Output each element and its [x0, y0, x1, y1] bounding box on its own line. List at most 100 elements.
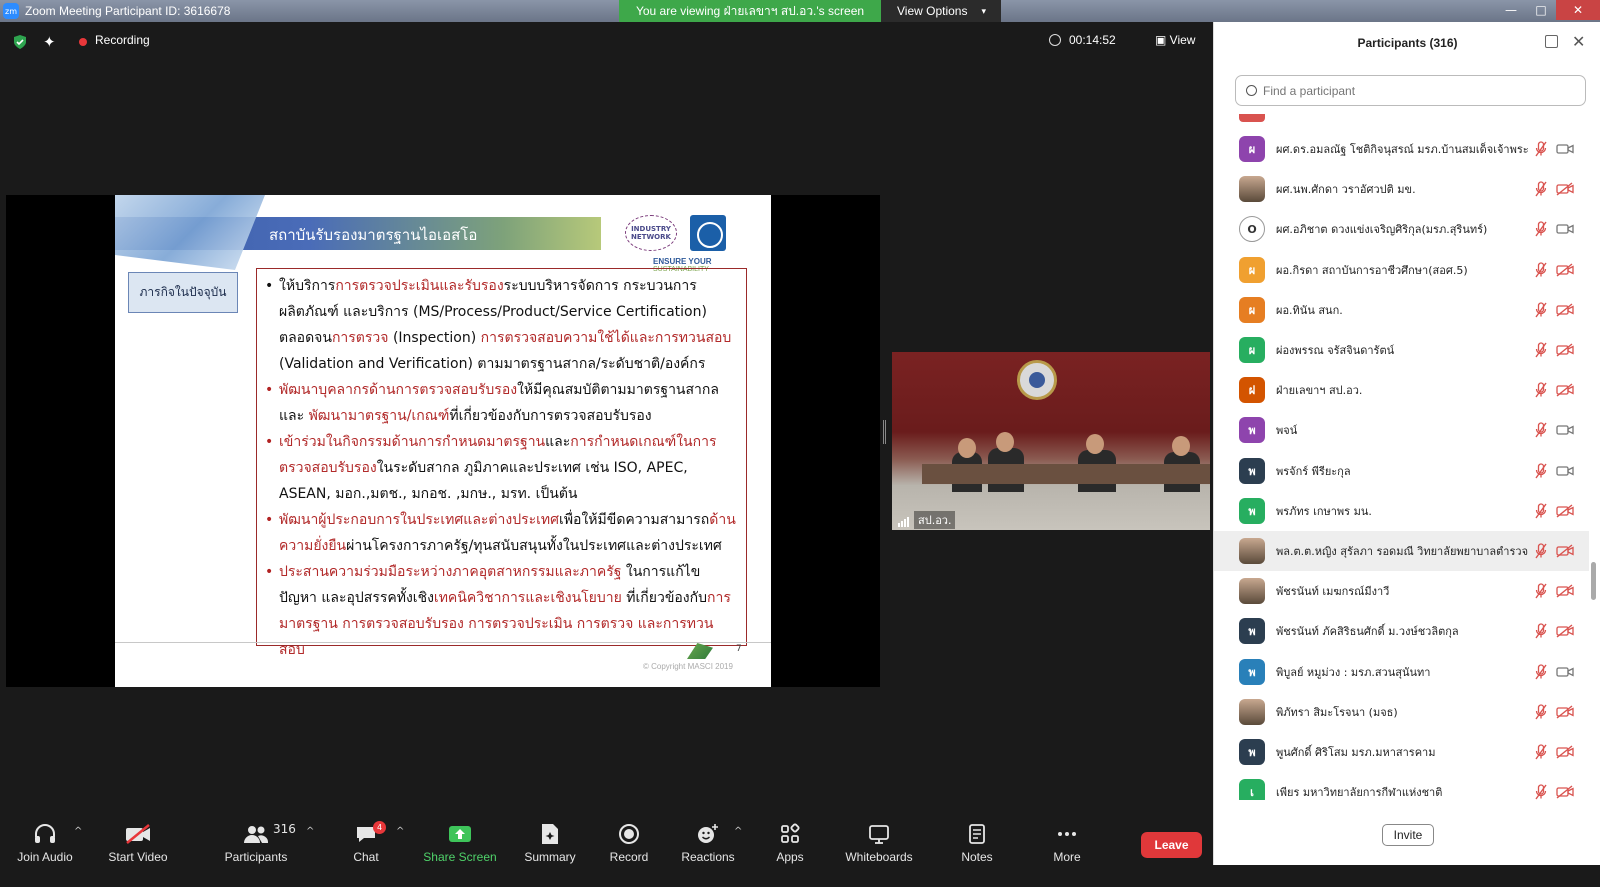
start-video-button[interactable]: Start Video — [93, 820, 183, 864]
video-on-icon — [1556, 665, 1574, 679]
chat-options-caret[interactable]: ^ — [396, 826, 404, 837]
presentation-slide: สถาบันรับรองมาตรฐานไอเอสโอ INDUSTRY NETW… — [115, 195, 771, 687]
person-head — [958, 438, 976, 458]
emblem-seal — [1017, 360, 1057, 400]
mic-muted-icon — [1534, 261, 1548, 278]
participant-name: พิบูลย์ หมูม่วง : มรภ.สวนสุนันทา — [1276, 665, 1431, 679]
signal-strength-icon — [898, 517, 909, 527]
participant-row[interactable]: พ พัชรนันท์ ภัคสิริธนศักดิ์ ม.วงษ์ชวลิตกุ… — [1214, 611, 1589, 651]
participant-row[interactable]: พัชรนันท์ เมฆกรณ์มีงาวี — [1214, 571, 1589, 611]
participant-row[interactable]: พ พรภัทร เกษาพร มน. — [1214, 491, 1589, 531]
security-shield-icon[interactable] — [12, 34, 28, 50]
avatar — [1239, 538, 1265, 564]
mic-muted-icon — [1534, 181, 1548, 197]
video-off-icon — [1556, 263, 1574, 277]
avatar: เ — [1239, 779, 1265, 800]
mic-muted-icon — [1534, 422, 1548, 438]
participant-name: พจน์ — [1276, 424, 1298, 438]
video-tile[interactable]: สป.อว. — [892, 352, 1210, 530]
maximize-button[interactable]: □ — [1526, 0, 1556, 20]
participant-name: พัชรนันท์ เมฆกรณ์มีงาวี — [1276, 585, 1390, 599]
masci-logo — [690, 215, 726, 251]
video-off-icon — [1556, 584, 1574, 598]
leave-button[interactable]: Leave — [1141, 832, 1202, 858]
participant-row[interactable]: ผ ผอ.ทินัน สนก. — [1214, 290, 1589, 330]
mic-muted-icon — [1534, 221, 1548, 237]
participant-row[interactable]: พ พจน์ — [1214, 410, 1589, 450]
avatar: พ — [1239, 658, 1265, 685]
participant-row[interactable]: ฝ ฝ่ายเลขาฯ สป.อว. — [1214, 370, 1589, 410]
record-label: Record — [609, 850, 649, 864]
mission-bullet: • ให้บริการการตรวจประเมินและรับรองระบบบริ… — [265, 273, 738, 377]
minimize-button[interactable]: — — [1496, 0, 1526, 20]
notes-button[interactable]: Notes — [932, 820, 1022, 864]
whiteboards-button[interactable]: Whiteboards — [834, 820, 924, 864]
video-off-icon — [1556, 745, 1574, 759]
bullet-marker: • — [265, 512, 274, 528]
bullet-text: ให้บริการการตรวจประเมินและรับรองระบบบริห… — [279, 273, 738, 377]
participant-row[interactable]: ผศ.นพ.ศักดา วราอัศวปติ มข. — [1214, 169, 1589, 209]
participant-row[interactable]: ผ ผ่องพรรณ จรัสจินดารัตน์ — [1214, 330, 1589, 370]
apps-icon — [779, 820, 801, 848]
participant-search-input[interactable] — [1263, 83, 1563, 98]
avatar — [1239, 698, 1265, 725]
avatar: พ — [1239, 457, 1265, 484]
participant-row[interactable]: พ พูนศักดิ์ ศิริโสม มรภ.มหาสารคาม — [1214, 732, 1589, 772]
invite-button[interactable]: Invite — [1382, 824, 1434, 846]
bullet-marker: • — [265, 382, 274, 398]
mic-muted-icon — [1534, 583, 1548, 599]
bullet-text: ประสานความร่วมมือระหว่างภาคอุตสาหกรรมและ… — [279, 559, 738, 663]
timer-value: 00:14:52 — [1069, 33, 1116, 47]
clock-icon — [1049, 34, 1061, 46]
participant-row[interactable]: ผ ผศ.ดร.อมลณัฐ โชติกิจนุสรณ์ มรภ.บ้านสมเด… — [1214, 129, 1589, 169]
notes-icon — [967, 820, 987, 848]
highlight-text: การตรวจประเมินและรับรอง — [335, 278, 504, 294]
video-on-icon — [1556, 423, 1574, 437]
bullet-text: เข้าร่วมในกิจกรรมด้านการกำหนดมาตรฐานและก… — [279, 429, 738, 507]
close-panel-icon[interactable]: ✕ — [1572, 32, 1585, 51]
pop-out-icon[interactable] — [1545, 35, 1558, 48]
audio-options-caret[interactable]: ^ — [74, 826, 82, 837]
share-screen-button[interactable]: Share Screen — [415, 820, 505, 864]
zoom-app-icon: zm — [3, 3, 19, 19]
participant-row[interactable]: เ เพียร มหาวิทยาลัยการกีฬาแห่งชาติ — [1214, 772, 1589, 800]
close-window-button[interactable]: ✕ — [1556, 0, 1600, 20]
highlight-text: การตรวจสอบความใช้ได้และการทวนสอบ — [480, 330, 732, 346]
participant-row[interactable]: พล.ต.ต.หญิง สุรัลภา รอดมณี วิทยาลัยพยาบา… — [1214, 531, 1589, 571]
view-options-button[interactable]: View Options ▾ — [881, 0, 1001, 22]
participants-scrollbar[interactable] — [1591, 562, 1596, 600]
view-button[interactable]: ▣ View — [1155, 33, 1195, 47]
video-on-icon — [1556, 464, 1574, 478]
body-text: ผ่านโครงการภาครัฐ/ทุนสนับสนุนทั้งในประเท… — [346, 538, 722, 554]
participants-icon — [243, 820, 269, 848]
reactions-icon — [696, 820, 720, 848]
participant-name: พรจักร์ พีรียะกุล — [1276, 464, 1351, 478]
avatar: พ — [1239, 497, 1265, 524]
record-button[interactable]: Record — [584, 820, 674, 864]
participant-row[interactable]: O ผศ.อภิชาต ดวงแข่งเจริญศิริกุล(มรภ.สุริน… — [1214, 209, 1589, 249]
apps-button[interactable]: Apps — [745, 820, 835, 864]
bullet-marker: • — [265, 434, 274, 450]
mission-bullet: • เข้าร่วมในกิจกรรมด้านการกำหนดมาตรฐานและ… — [265, 429, 738, 507]
participant-row[interactable]: พิภัทรา สิมะโรจนา (มจธ) — [1214, 692, 1589, 732]
bullet-text: พัฒนาผู้ประกอบการในประเทศและต่างประเทศเพ… — [279, 507, 738, 559]
reactions-options-caret[interactable]: ^ — [734, 826, 742, 837]
video-off-icon — [1556, 182, 1574, 196]
mission-bullet: • พัฒนาผู้ประกอบการในประเทศและต่างประเทศเ… — [265, 507, 738, 559]
more-button[interactable]: More — [1022, 820, 1112, 864]
participant-row[interactable]: ผ ผอ.กิรดา สถาบันการอาชีวศึกษา(สอศ.5) — [1214, 250, 1589, 290]
body-text: ที่เกี่ยวข้องกับ — [621, 590, 707, 606]
slide-title: สถาบันรับรองมาตรฐานไอเอสโอ — [269, 226, 478, 244]
video-off-icon — [1556, 504, 1574, 518]
person-head — [1172, 436, 1190, 456]
video-off-icon — [1556, 785, 1574, 799]
participant-row[interactable]: พ พรจักร์ พีรียะกุล — [1214, 451, 1589, 491]
participants-options-caret[interactable]: ^ — [306, 826, 314, 837]
participant-row[interactable]: พ พิบูลย์ หมูม่วง : มรภ.สวนสุนันทา — [1214, 652, 1589, 692]
summary-button[interactable]: Summary — [505, 820, 595, 864]
avatar: ฝ — [1239, 377, 1265, 404]
split-resize-handle[interactable] — [883, 420, 886, 444]
participant-search[interactable] — [1235, 75, 1586, 106]
share-screen-icon — [447, 820, 473, 848]
sparkle-icon[interactable]: ✦ — [43, 33, 56, 51]
